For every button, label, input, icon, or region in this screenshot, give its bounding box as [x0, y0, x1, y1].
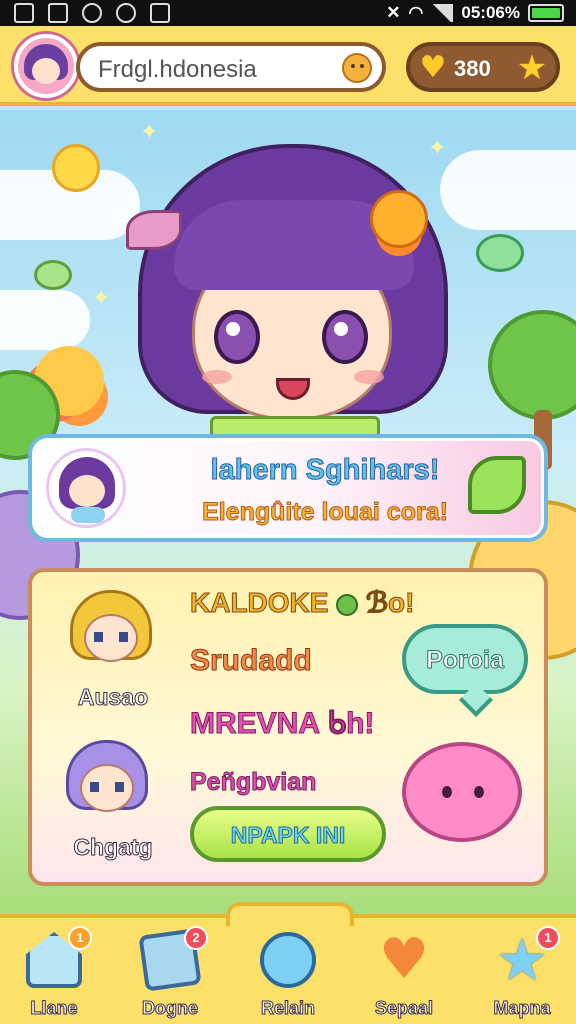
search-bar[interactable]: Frdgl.hdonesia [76, 42, 386, 92]
banner-subtitle: Elengûite louai cora! [202, 498, 449, 527]
character-name: Ausao [77, 684, 149, 711]
top-header: Frdgl.hdonesia ♥ 380 ★ [0, 26, 576, 106]
panel-line-suffix: ℬo! [366, 587, 415, 619]
character-portrait[interactable] [66, 586, 156, 676]
nav-item-chat[interactable]: Relain [238, 926, 338, 1024]
gmail-icon [14, 3, 34, 23]
image-icon [150, 3, 170, 23]
bottom-nav: 1 Llane 2 Dogne Relain ♥ Sepaal ★ 1 Mapn… [0, 902, 576, 1024]
cloud-decoration [0, 290, 90, 350]
slime-icon [476, 234, 524, 272]
timer-icon [82, 3, 102, 23]
nav-label: Dogne [142, 998, 199, 1019]
profile-avatar[interactable] [14, 34, 78, 98]
character-panel: Ausao Chgatg KALDOKE ℬo! Srudadd MREVNA … [28, 568, 548, 886]
nav-label: Mapna [493, 998, 551, 1019]
panel-line: Srudadd [190, 644, 313, 678]
chat-icon [260, 932, 316, 988]
speech-bubble[interactable]: Poroia [402, 624, 528, 694]
character-eye [214, 310, 260, 364]
panel-line: MREVNA ᑲh! [189, 707, 375, 741]
clover-icon [336, 593, 359, 616]
status-bar: ✕ ◠ 05:06% [0, 0, 576, 26]
character-eye [322, 310, 368, 364]
panel-line: KALDOKE ℬo! [189, 586, 415, 619]
signal-icon [431, 4, 454, 22]
nav-label: Sepaal [374, 998, 434, 1019]
notification-badge: 1 [68, 926, 92, 950]
leaf-icon[interactable] [468, 456, 526, 514]
cookie-icon[interactable] [342, 53, 372, 83]
mute-icon: ✕ [386, 3, 401, 22]
nav-item-home[interactable]: 1 Llane [4, 926, 104, 1024]
star-icon[interactable]: ★ [514, 50, 550, 86]
nav-label: Relain [260, 998, 316, 1019]
battery-icon [528, 4, 564, 22]
wifi-icon: ◠ [408, 3, 424, 22]
heart-icon: ♥ [378, 927, 430, 992]
notification-badge: 2 [184, 926, 208, 950]
character-name: Chgatg [73, 834, 153, 861]
nav-item-book[interactable]: 2 Dogne [120, 926, 220, 1024]
nav-item-star[interactable]: ★ 1 Mapna [472, 926, 572, 1024]
panel-line-text: KALDOKE [189, 587, 329, 619]
sun-icon [52, 144, 100, 192]
banner-title: lahern Sghihars! [210, 454, 440, 487]
character-portrait[interactable] [62, 736, 152, 826]
sparkle-icon: ✦ [92, 286, 111, 311]
image-icon [48, 3, 68, 23]
currency-value: 380 [454, 56, 491, 81]
tips-icon [116, 3, 136, 23]
notification-badge: 1 [536, 926, 560, 950]
hero-character[interactable] [118, 120, 468, 444]
banner-avatar [46, 448, 126, 528]
nav-item-heart[interactable]: ♥ Sepaal [354, 926, 454, 1024]
panel-line: Peñgbvian [189, 768, 317, 797]
search-input[interactable]: Frdgl.hdonesia [98, 56, 257, 84]
pig-mascot-icon[interactable] [402, 742, 522, 842]
bubble-label: Poroia [426, 646, 505, 675]
cta-label: NPAPK INI [230, 822, 346, 849]
nav-label: Llane [30, 998, 78, 1019]
cta-button[interactable]: NPAPK INI [190, 806, 386, 862]
heart-icon: ♥ [419, 50, 447, 85]
event-banner[interactable]: lahern Sghihars! Elengûite louai cora! [28, 434, 548, 542]
battery-text: 05:06% [461, 3, 520, 22]
slime-icon [34, 260, 72, 290]
tree-icon [488, 310, 576, 420]
cat-ear [126, 210, 182, 250]
currency-counter[interactable]: ♥ 380 ★ [406, 42, 560, 92]
hair-flower-icon [370, 190, 428, 248]
